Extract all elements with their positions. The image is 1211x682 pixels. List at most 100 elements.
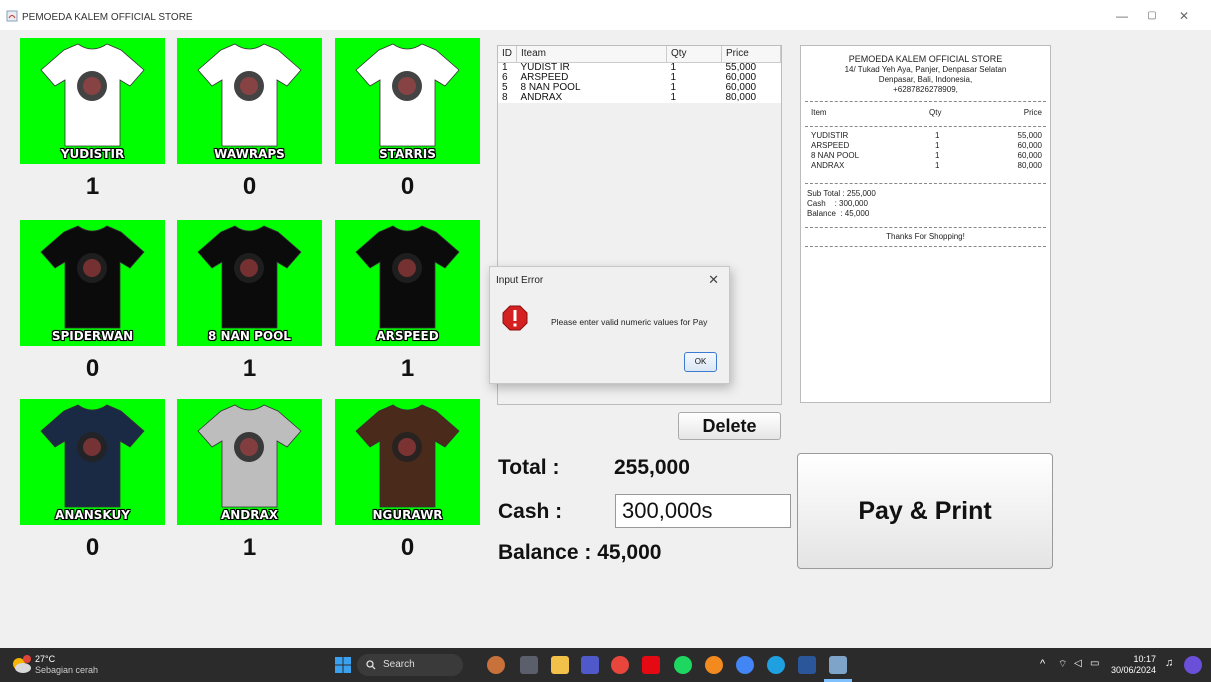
receipt-divider [805, 126, 1046, 127]
task-view-icon[interactable] [520, 656, 538, 674]
app-window: PEMOEDA KALEM OFFICIAL STORE — ▢ ✕ YUDIS… [0, 0, 1211, 648]
product-qty: 1 [400, 355, 415, 382]
pay-print-button[interactable]: Pay & Print [797, 453, 1053, 569]
table-row[interactable]: 1 YUDIST IR 1 55,000 [498, 62, 781, 73]
receipt-divider [805, 183, 1046, 184]
java-app-icon[interactable] [829, 656, 847, 674]
profile-icon[interactable] [1184, 656, 1202, 674]
receipt-item-name: YUDISTIR [811, 131, 849, 140]
edge-icon[interactable] [767, 656, 785, 674]
product-qty: 0 [85, 355, 100, 382]
app-icon[interactable] [705, 656, 723, 674]
tshirt-icon [355, 43, 460, 147]
product-name: SPIDERWAN [51, 329, 134, 343]
file-explorer-icon[interactable] [551, 656, 569, 674]
battery-icon[interactable]: ▭ [1090, 658, 1099, 669]
col-header-item[interactable]: Iteam [516, 46, 667, 63]
close-button[interactable]: ✕ [1174, 8, 1194, 24]
weather-temp: 27°C [35, 654, 56, 664]
product-qty: 1 [85, 173, 100, 200]
product-name: ARSPEED [376, 329, 439, 343]
error-icon [502, 305, 528, 331]
product-name: 8 NAN POOL [208, 329, 291, 343]
product-tile[interactable]: 8 NAN POOL [177, 220, 322, 346]
product-name: ANANSKUY [55, 508, 130, 522]
cell-price: 60,000 [721, 72, 781, 83]
taskbar-search[interactable]: Search [357, 654, 463, 676]
cell-item: YUDIST IR [516, 62, 667, 73]
tshirt-icon [197, 404, 302, 508]
receipt-col-item: Item [811, 108, 827, 117]
total-label: Total : [498, 456, 560, 479]
balance-text: Balance : 45,000 [498, 541, 662, 564]
receipt-subtotal: Sub Total : 255,000 [807, 189, 876, 198]
tshirt-icon [355, 225, 460, 329]
table-row[interactable]: 58 NAN POOL 1 60,000 [498, 82, 781, 93]
col-header-price[interactable]: Price [721, 46, 781, 63]
total-value: 255,000 [614, 456, 690, 479]
cell-qty: 1 [666, 82, 722, 93]
copilot-icon[interactable] [487, 656, 505, 674]
receipt-items: YUDISTIR 1 55,000 ARSPEED 1 60,000 8 NAN POOL 1… [801, 131, 1050, 179]
product-tile[interactable]: YUDISTIR [20, 38, 165, 164]
receipt-panel: PEMOEDA KALEM OFFICIAL STORE 14/ Tukad Y… [800, 45, 1051, 403]
receipt-item-qty: 1 [935, 131, 940, 140]
product-name: NGURAWR [372, 508, 443, 522]
weather-icon[interactable] [10, 654, 32, 676]
product-tile[interactable]: ANANSKUY [20, 399, 165, 525]
receipt-item-name: 8 NAN POOL [811, 151, 860, 160]
app-icon[interactable] [736, 656, 754, 674]
chrome-icon[interactable] [611, 656, 629, 674]
product-tile[interactable]: NGURAWR [335, 399, 480, 525]
receipt-address-1: 14/ Tukad Yeh Aya, Panjer, Denpasar Sela… [844, 65, 1007, 74]
receipt-item-price: 55,000 [1017, 131, 1042, 140]
tshirt-icon [197, 43, 302, 147]
notification-bell-icon[interactable]: ♫ [1165, 657, 1173, 669]
cell-id: 6 [498, 72, 517, 83]
spotify-icon[interactable] [674, 656, 692, 674]
clock[interactable]: 10:17 30/06/2024 [1106, 654, 1156, 676]
col-header-qty[interactable]: Qty [666, 46, 722, 63]
windows-start-icon[interactable] [335, 657, 351, 673]
table-row[interactable]: 8 ANDRAX 1 80,000 [498, 92, 781, 103]
product-tile[interactable]: STARRIS [335, 38, 480, 164]
cash-input[interactable]: 300,000s [615, 494, 791, 528]
receipt-address-2: Denpasar, Bali, Indonesia, [878, 75, 973, 84]
input-error-dialog: Input Error ✕ Please enter valid numeric… [489, 266, 730, 384]
tray-overflow-icon[interactable]: ^ [1040, 658, 1045, 670]
product-tile[interactable]: ANDRAX [177, 399, 322, 525]
word-icon[interactable] [798, 656, 816, 674]
weather-widget[interactable]: 27°C Sebagian cerah [35, 654, 98, 676]
cell-qty: 1 [666, 72, 722, 83]
clock-date: 30/06/2024 [1110, 665, 1156, 675]
col-header-id[interactable]: ID [498, 46, 517, 63]
teams-icon[interactable] [581, 656, 599, 674]
product-qty: 1 [242, 355, 257, 382]
product-name: ANDRAX [220, 508, 279, 522]
receipt-cash: Cash : 300,000 [807, 199, 868, 208]
maximize-button[interactable]: ▢ [1142, 8, 1162, 24]
minimize-button[interactable]: — [1112, 8, 1132, 24]
volume-icon[interactable]: ◁ [1074, 658, 1082, 669]
dialog-close-button[interactable]: ✕ [708, 272, 719, 288]
cell-price: 60,000 [721, 82, 781, 93]
cell-price: 80,000 [721, 92, 781, 103]
product-name: WAWRAPS [214, 147, 285, 161]
cell-item: ANDRAX [516, 92, 667, 103]
wifi-icon[interactable]: ⌔ [1058, 658, 1067, 671]
cell-item: 8 NAN POOL [516, 82, 667, 93]
netflix-icon[interactable] [642, 656, 660, 674]
product-tile[interactable]: SPIDERWAN [20, 220, 165, 346]
delete-button[interactable]: Delete [678, 412, 781, 440]
cash-label: Cash : [498, 500, 563, 523]
dialog-ok-button[interactable]: OK [684, 352, 717, 372]
receipt-divider [805, 246, 1046, 247]
table-row[interactable]: 6 ARSPEED 1 60,000 [498, 72, 781, 83]
table-header-row: ID Iteam Qty Price [498, 46, 781, 63]
product-qty: 0 [400, 173, 415, 200]
product-tile[interactable]: ARSPEED [335, 220, 480, 346]
cell-price: 55,000 [721, 62, 781, 73]
receipt-item-name: ARSPEED [811, 141, 850, 150]
product-tile[interactable]: WAWRAPS [177, 38, 322, 164]
receipt-col-qty: Qty [929, 108, 942, 117]
